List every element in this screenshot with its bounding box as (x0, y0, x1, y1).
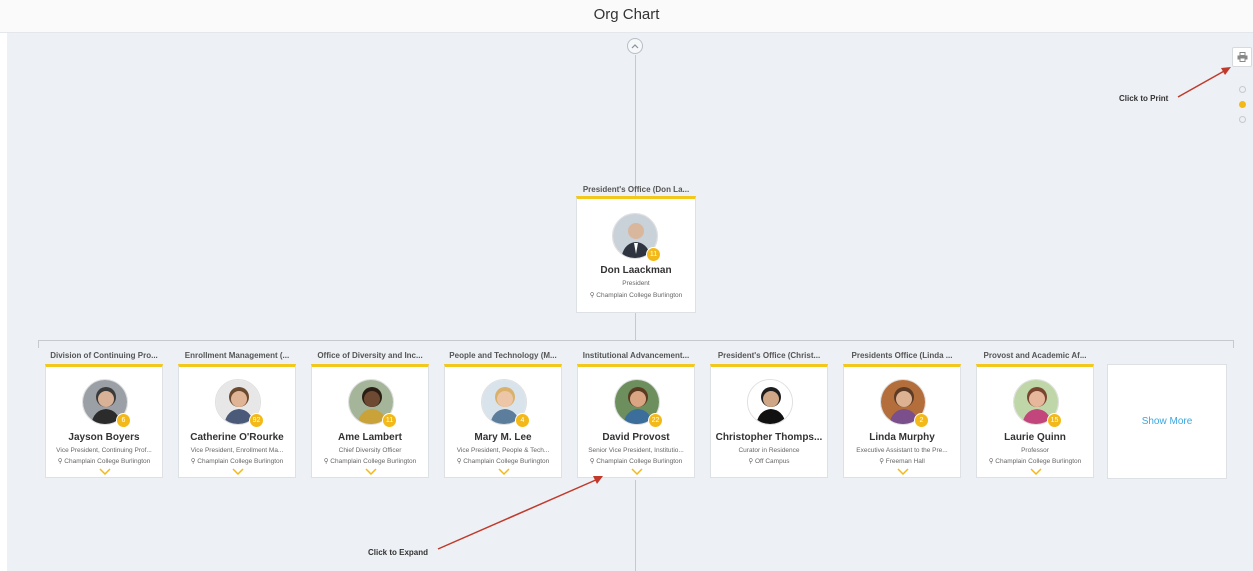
employee-location: ⚲ Champlain College Burlington (589, 292, 683, 299)
employee-name: Laurie Quinn (1004, 432, 1066, 443)
connector-line (1233, 340, 1234, 348)
print-callout: Click to Print (1119, 94, 1169, 103)
report-count-badge: 92 (249, 413, 264, 428)
report-count-badge: 11 (382, 413, 397, 428)
printer-icon (1237, 52, 1247, 62)
connector-line (38, 340, 39, 348)
employee-card[interactable]: 4 Mary M. Lee Vice President, People & Tec… (444, 364, 562, 478)
employee-title: Vice President, People & Tech... (456, 447, 550, 454)
chevron-down-icon[interactable] (99, 468, 111, 475)
employee-location: ⚲ Champlain College Burlington (456, 458, 550, 465)
connector-bar (38, 340, 1233, 341)
employee-title: Vice President, Continuing Prof... (56, 447, 152, 454)
employee-title: President (622, 280, 650, 287)
employee-location: ⚲ Off Campus (748, 458, 790, 465)
page-title: Org Chart (593, 6, 660, 23)
expand-callout: Click to Expand (368, 548, 429, 557)
chevron-down-icon[interactable] (1030, 468, 1042, 475)
employee-card[interactable]: 92 Catherine O'Rourke Vice President, Enro… (178, 364, 296, 478)
connector-line (635, 55, 636, 196)
map-pin-icon: ⚲ (879, 458, 886, 465)
employee-card[interactable]: 22 David Provost Senior Vice President, In… (577, 364, 695, 478)
employee-card[interactable]: 11 Ame Lambert Chief Diversity Officer ⚲ Ch… (311, 364, 429, 478)
print-button[interactable] (1232, 47, 1252, 67)
department-label: President's Office (Christ... (717, 351, 821, 360)
employee-title: Chief Diversity Officer (338, 447, 402, 454)
collapse-up-button[interactable] (627, 38, 643, 54)
map-pin-icon: ⚲ (748, 458, 755, 465)
employee-location: ⚲ Champlain College Burlington (988, 458, 1082, 465)
department-label: Presidents Office (Linda ... (851, 351, 953, 360)
connector-line (635, 480, 636, 571)
pager-dot[interactable] (1239, 116, 1246, 123)
employee-title: Executive Assistant to the Pre... (856, 447, 948, 454)
employee-name: Mary M. Lee (474, 432, 532, 443)
department-label: People and Technology (M... (449, 351, 557, 360)
chevron-down-icon[interactable] (631, 468, 643, 475)
report-count-badge: 6 (116, 413, 131, 428)
employee-card[interactable]: 6 Jayson Boyers Vice President, Continuing… (45, 364, 163, 478)
report-count-badge: 2 (914, 413, 929, 428)
employee-location: ⚲ Freeman Hall (879, 458, 925, 465)
employee-card[interactable]: Christopher Thomps... Curator in Residenc… (710, 364, 828, 478)
chevron-down-icon[interactable] (232, 468, 244, 475)
employee-name: Jayson Boyers (68, 432, 140, 443)
employee-name: Linda Murphy (869, 432, 935, 443)
employee-location: ⚲ Champlain College Burlington (589, 458, 683, 465)
employee-title: Curator in Residence (738, 447, 800, 454)
department-label: Institutional Advancement... (582, 351, 690, 360)
chevron-down-icon[interactable] (498, 468, 510, 475)
department-label: Provost and Academic Af... (983, 351, 1087, 360)
pager-dot[interactable] (1239, 86, 1246, 93)
department-label: Office of Diversity and Inc... (317, 351, 423, 360)
avatar (747, 379, 793, 425)
chevron-up-icon (631, 44, 639, 49)
employee-title: Vice President, Enrollment Ma... (190, 447, 284, 454)
employee-name: David Provost (602, 432, 670, 443)
department-label: Division of Continuing Pro... (50, 351, 158, 360)
employee-location: ⚲ Champlain College Burlington (57, 458, 151, 465)
employee-name: Christopher Thomps... (715, 432, 823, 443)
employee-location: ⚲ Champlain College Burlington (190, 458, 284, 465)
show-more-button[interactable]: Show More (1107, 364, 1227, 479)
employee-name: Ame Lambert (338, 432, 402, 443)
employee-title: Professor (1021, 447, 1049, 454)
report-count-badge: 11 (646, 247, 661, 262)
employee-name: Don Laackman (600, 265, 672, 276)
report-count-badge: 15 (1047, 413, 1062, 428)
employee-name: Catherine O'Rourke (190, 432, 284, 443)
pager-dot-active[interactable] (1239, 101, 1246, 108)
chevron-down-icon[interactable] (897, 468, 909, 475)
department-label: Enrollment Management (... (184, 351, 290, 360)
department-label: President's Office (Don La... (582, 185, 690, 194)
employee-location: ⚲ Champlain College Burlington (323, 458, 417, 465)
employee-title: Senior Vice President, Institutio... (588, 447, 684, 454)
president-card[interactable]: 11 Don Laackman President ⚲ Champlain Co… (576, 196, 696, 313)
app-header: Org Chart (0, 0, 1253, 33)
connector-line (635, 313, 636, 341)
employee-card[interactable]: 15 Laurie Quinn Professor ⚲ Champlain Colle… (976, 364, 1094, 478)
employee-card[interactable]: 2 Linda Murphy Executive Assistant to the … (843, 364, 961, 478)
report-count-badge: 22 (648, 413, 663, 428)
chevron-down-icon[interactable] (365, 468, 377, 475)
report-count-badge: 4 (515, 413, 530, 428)
